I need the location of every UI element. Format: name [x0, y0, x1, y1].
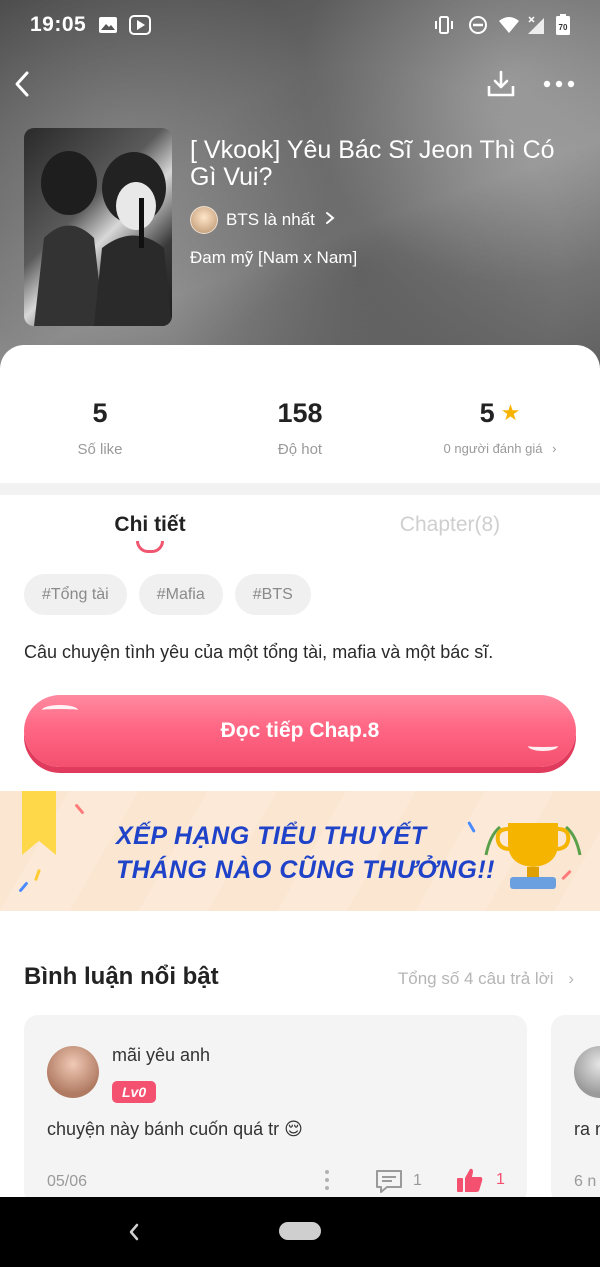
- back-arrow-icon: [15, 71, 29, 97]
- tab-detail[interactable]: Chi tiết: [0, 513, 300, 537]
- tab-bar: Chi tiết Chapter(8): [0, 495, 600, 565]
- book-header: 19:05 70 [Vkook] Yêu Bác Sĩ Jeon Thì Có…: [0, 0, 600, 380]
- tab-indicator: [136, 541, 164, 553]
- confetti: [34, 868, 41, 882]
- confetti: [74, 803, 85, 815]
- nav-back-button[interactable]: [120, 1217, 148, 1247]
- confetti: [18, 881, 29, 893]
- button-shine: [528, 741, 558, 751]
- wifi-icon: [497, 14, 521, 36]
- book-cover: [24, 128, 172, 326]
- tag-chip[interactable]: #Mafia: [138, 574, 223, 615]
- section-divider: [0, 483, 600, 495]
- hot-count: 158: [277, 397, 323, 428]
- comment-text: ra n: [574, 1119, 600, 1139]
- banner-headline: XẾP HẠNG TIỂU THUYẾT THÁNG NÀO CŨNG THƯỞ…: [116, 819, 495, 887]
- download-button[interactable]: [479, 62, 523, 106]
- battery-level: 70: [559, 23, 568, 32]
- gallery-icon: [97, 14, 119, 36]
- comments-total-label: Tổng số 4 câu trả lời: [397, 969, 554, 988]
- status-time: 19:05: [30, 13, 87, 36]
- star-icon: ★: [500, 400, 521, 425]
- like-button[interactable]: 1: [456, 1167, 505, 1193]
- book-genre: Đam mỹ [Nam x Nam]: [190, 248, 358, 267]
- stat-likes: 5 Số like: [0, 397, 200, 459]
- tag-chip[interactable]: #Tổng tài: [24, 574, 127, 615]
- stat-rating[interactable]: 5 ★ 0 người đánh giá ›: [400, 397, 600, 457]
- chevron-right-icon: ›: [568, 969, 574, 988]
- reply-count: 1: [413, 1172, 422, 1189]
- chevron-right-icon: ›: [552, 441, 557, 456]
- author-avatar: [190, 206, 218, 234]
- rating-value: 5: [479, 397, 495, 428]
- trophy-icon: [478, 815, 588, 895]
- tag-list: #Tổng tài #Mafia #BTS: [24, 574, 311, 615]
- likes-count: 5: [92, 397, 108, 428]
- battery-icon: 70: [555, 14, 571, 36]
- banner-line-2: THÁNG NÀO CŨNG THƯỞNG!!: [116, 856, 496, 884]
- comment-icon: [376, 1170, 402, 1193]
- reply-button[interactable]: 1: [375, 1169, 422, 1193]
- author-name: BTS là nhất: [226, 210, 315, 229]
- comment-card[interactable]: mãi yêu anh Lv0 chuyện này bánh cuốn quá…: [24, 1015, 527, 1205]
- do-not-disturb-icon: [467, 14, 489, 36]
- level-badge: Lv0: [112, 1081, 157, 1103]
- status-bar: 19:05 70: [0, 0, 600, 50]
- nav-home-button[interactable]: [279, 1222, 321, 1240]
- hot-label: Độ hot: [277, 441, 323, 458]
- comment-username: mãi yêu anh: [112, 1045, 211, 1065]
- tag-chip[interactable]: #BTS: [234, 574, 311, 615]
- tab-chapter[interactable]: Chapter(8): [300, 513, 600, 537]
- ribbon-icon: [22, 791, 56, 855]
- likes-label: Số like: [77, 441, 123, 458]
- stat-hot: 158 Độ hot: [200, 397, 400, 459]
- like-count: 1: [496, 1171, 505, 1188]
- banner-line-1: XẾP HẠNG TIỂU THUYẾT: [116, 822, 427, 850]
- avatar[interactable]: [574, 1046, 600, 1098]
- play-store-icon: [128, 14, 152, 36]
- avatar[interactable]: [47, 1046, 99, 1098]
- chevron-right-icon: [325, 211, 335, 230]
- comment-date: 05/06: [47, 1173, 88, 1190]
- author-link[interactable]: BTS là nhất: [190, 205, 335, 235]
- rating-count-label: 0 người đánh giá: [443, 441, 543, 456]
- thumbs-up-icon: [457, 1168, 483, 1192]
- vibrate-icon: [432, 14, 456, 36]
- continue-reading-button[interactable]: Đọc tiếp Chap.8: [24, 695, 576, 767]
- system-nav-bar: [0, 1197, 600, 1267]
- comment-card[interactable]: ra n 6 n: [551, 1015, 600, 1205]
- book-description: Câu chuyện tình yêu của một tổng tài, ma…: [24, 642, 494, 662]
- more-button[interactable]: [537, 62, 581, 106]
- comment-date: 6 n: [574, 1173, 597, 1190]
- content-sheet: 5 Số like 158 Độ hot 5 ★ 0 người đánh gi…: [0, 345, 600, 1205]
- stats-row: 5 Số like 158 Độ hot 5 ★ 0 người đánh gi…: [0, 345, 600, 483]
- signal-icon: [525, 14, 547, 36]
- comments-total-link[interactable]: Tổng số 4 câu trả lời ›: [398, 969, 574, 989]
- ranking-banner[interactable]: XẾP HẠNG TIỂU THUYẾT THÁNG NÀO CŨNG THƯỞ…: [0, 791, 600, 911]
- back-button[interactable]: [0, 62, 44, 106]
- back-arrow-icon: [129, 1223, 139, 1241]
- comment-text: chuyện này bánh cuốn quá tr 😌: [47, 1119, 303, 1139]
- book-title: [ Vkook] Yêu Bác Sĩ Jeon Thì Có Gì Vui?: [190, 136, 555, 191]
- download-icon: [487, 70, 515, 97]
- comments-title: Bình luận nổi bật: [24, 963, 219, 990]
- more-vertical-icon[interactable]: [322, 1169, 332, 1191]
- continue-reading-label: Đọc tiếp Chap.8: [220, 719, 380, 742]
- button-shine: [42, 705, 78, 715]
- more-dots-icon: [543, 80, 575, 88]
